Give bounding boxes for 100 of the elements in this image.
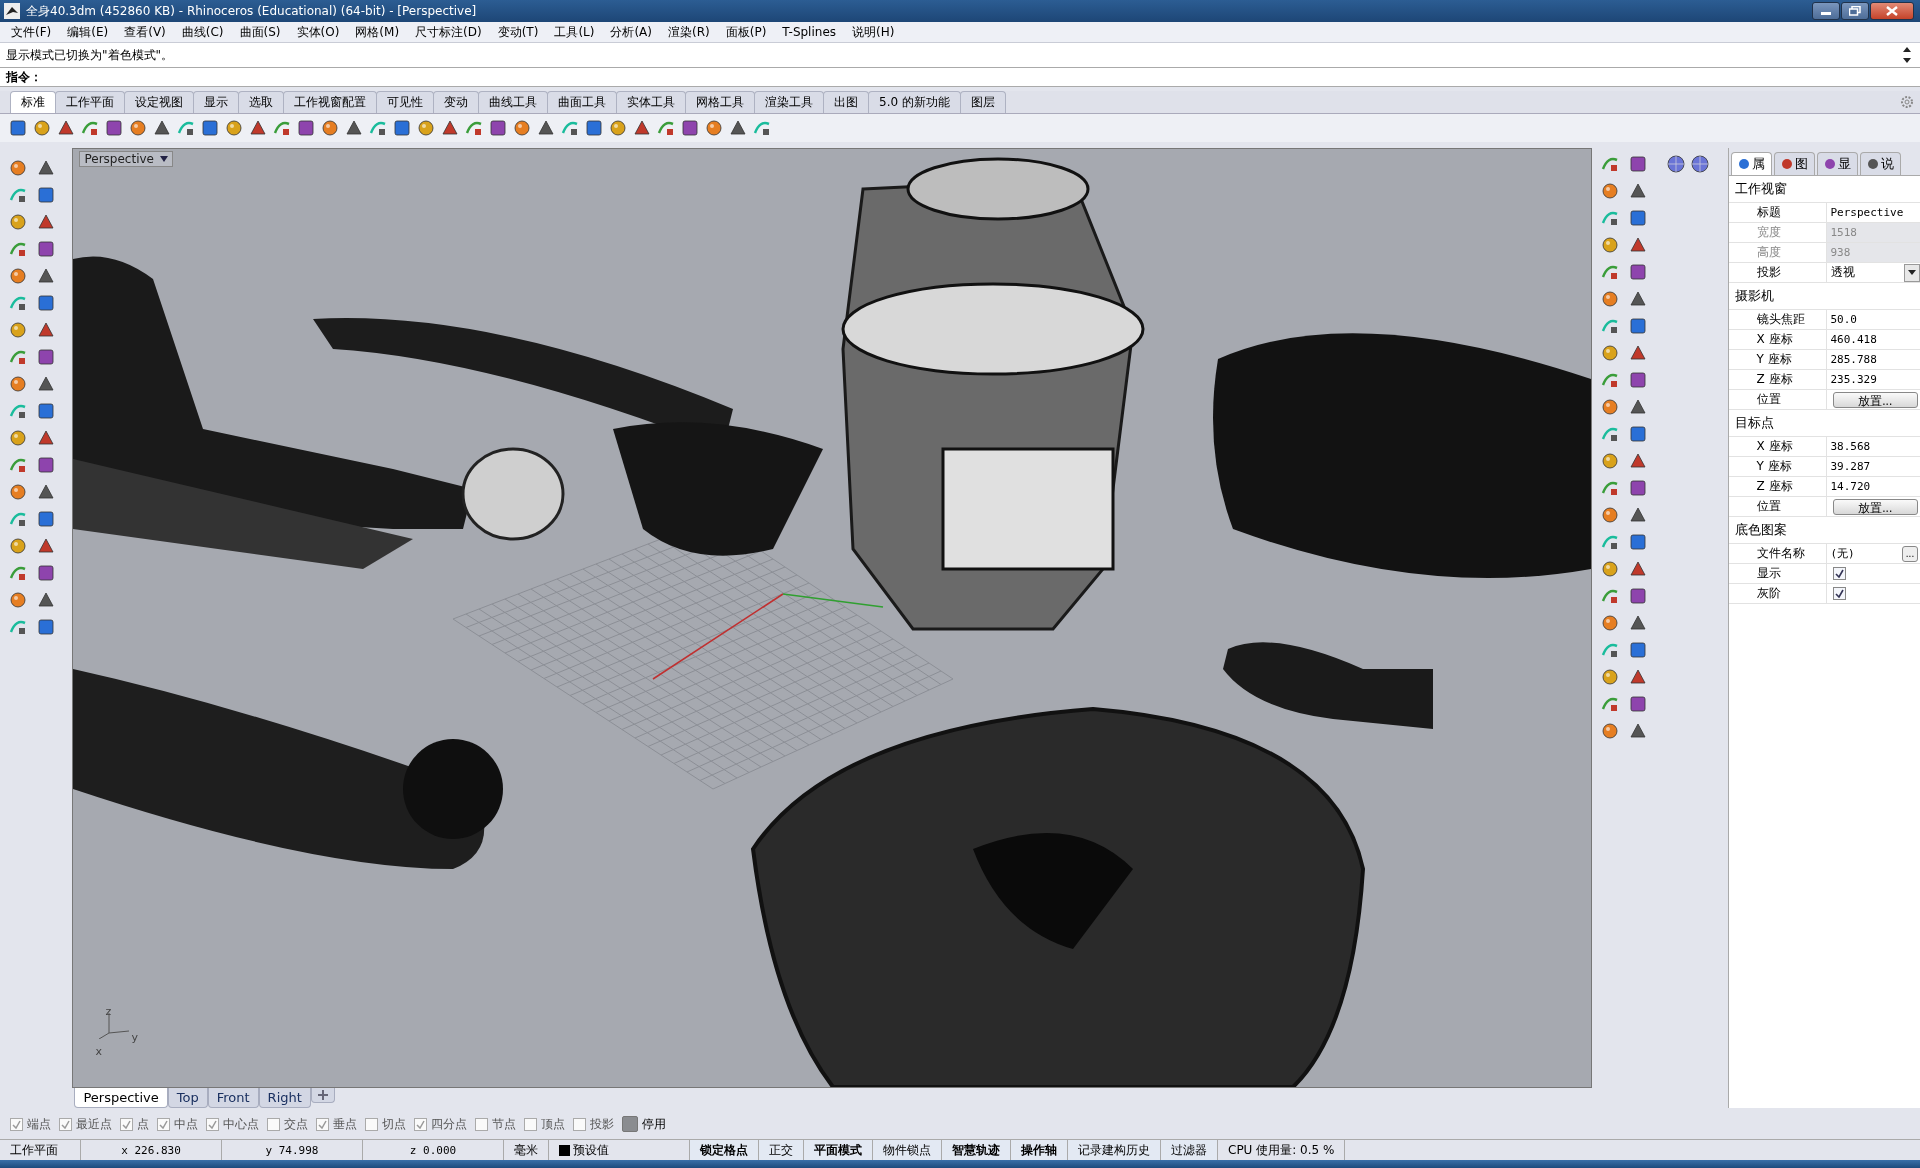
panel-tab[interactable]: 显 [1816, 152, 1858, 175]
tool-icon[interactable] [680, 118, 700, 138]
viewport-tab[interactable]: Front [207, 1088, 259, 1108]
toolbar-tab[interactable]: 网格工具 [685, 91, 755, 113]
toolbar-tab[interactable]: 图层 [959, 91, 1006, 113]
tool-icon[interactable] [36, 239, 56, 259]
tool-icon[interactable] [8, 590, 28, 610]
tool-icon[interactable] [1628, 181, 1649, 201]
property-checkbox[interactable] [1832, 567, 1846, 580]
tool-icon[interactable] [1628, 154, 1649, 174]
tool-icon[interactable] [36, 293, 56, 313]
tool-icon[interactable] [36, 428, 56, 448]
toolbar-tab[interactable]: 5.0 的新功能 [868, 91, 961, 113]
tool-icon[interactable] [488, 118, 508, 138]
tool-icon[interactable] [36, 455, 56, 475]
viewport[interactable]: Perspective z x y [72, 148, 1593, 1088]
tool-icon[interactable] [1600, 451, 1621, 471]
osnap-checkbox[interactable] [414, 1117, 427, 1131]
osnap-checkbox[interactable] [365, 1117, 378, 1131]
menu-item[interactable]: 曲面(S) [232, 22, 288, 42]
tool-icon[interactable] [1628, 262, 1649, 282]
tool-icon[interactable] [128, 118, 148, 138]
tool-icon[interactable] [248, 118, 268, 138]
osnap-checkbox[interactable] [524, 1117, 537, 1131]
toolbar-tab[interactable]: 可见性 [376, 91, 434, 113]
tool-icon[interactable] [1600, 721, 1621, 741]
osnap-checkbox[interactable] [622, 1116, 638, 1132]
tool-icon[interactable] [1628, 289, 1649, 309]
tool-icon[interactable] [584, 118, 604, 138]
status-toggle[interactable]: 记录建构历史 [1068, 1140, 1161, 1160]
tool-icon[interactable] [728, 118, 748, 138]
restore-button[interactable] [1841, 2, 1869, 20]
tool-icon[interactable] [1600, 559, 1621, 579]
tool-icon[interactable] [1600, 397, 1621, 417]
panel-tab[interactable]: 属 [1730, 152, 1772, 175]
tool-icon[interactable] [36, 212, 56, 232]
tool-icon[interactable] [36, 590, 56, 610]
tool-icon[interactable] [8, 482, 28, 502]
tool-icon[interactable] [1628, 586, 1649, 606]
status-toggle[interactable]: 锁定格点 [690, 1140, 759, 1160]
tool-icon[interactable] [392, 118, 412, 138]
tool-icon[interactable] [36, 536, 56, 556]
tool-icon[interactable] [36, 482, 56, 502]
tool-icon[interactable] [1628, 478, 1649, 498]
toolbar-tab[interactable]: 工作视窗配置 [283, 91, 377, 113]
tool-icon[interactable] [1600, 343, 1621, 363]
tool-icon[interactable] [8, 536, 28, 556]
panel-tab[interactable]: 说 [1859, 152, 1901, 175]
osnap-checkbox[interactable] [267, 1117, 280, 1131]
tool-icon[interactable] [1600, 667, 1621, 687]
tool-icon[interactable] [104, 118, 124, 138]
toolbar-tab[interactable]: 实体工具 [616, 91, 686, 113]
osnap-checkbox[interactable] [316, 1117, 329, 1131]
toolbar-tab[interactable]: 曲线工具 [478, 91, 548, 113]
menu-item[interactable]: 分析(A) [603, 22, 659, 42]
tool-icon[interactable] [1628, 370, 1649, 390]
tool-icon[interactable] [1600, 289, 1621, 309]
menu-item[interactable]: 渲染(R) [661, 22, 717, 42]
tool-icon[interactable] [608, 118, 628, 138]
tool-icon[interactable] [512, 118, 532, 138]
menu-item[interactable]: 文件(F) [4, 22, 59, 42]
tool-icon[interactable] [1628, 424, 1649, 444]
tool-icon[interactable] [1600, 181, 1621, 201]
tool-icon[interactable] [36, 185, 56, 205]
menu-item[interactable]: 曲线(C) [174, 22, 231, 42]
status-toggle[interactable]: 过滤器 [1161, 1140, 1218, 1160]
status-toggle[interactable]: 操作轴 [1011, 1140, 1068, 1160]
tool-icon[interactable] [536, 118, 556, 138]
tool-icon[interactable] [320, 118, 340, 138]
toolbar-tab[interactable]: 选取 [238, 91, 284, 113]
tool-icon[interactable] [1628, 235, 1649, 255]
minimize-button[interactable] [1812, 2, 1840, 20]
layer-label[interactable]: 预设值 [573, 1141, 609, 1159]
osnap-checkbox[interactable] [157, 1117, 170, 1131]
status-toggle[interactable]: 平面模式 [804, 1140, 873, 1160]
place-button[interactable]: 放置... [1832, 391, 1918, 408]
menu-item[interactable]: 编辑(E) [60, 22, 116, 42]
tool-icon[interactable] [1600, 613, 1621, 633]
menu-item[interactable]: 变动(T) [490, 22, 546, 42]
osnap-checkbox[interactable] [475, 1117, 488, 1131]
property-value[interactable]: 235.329 [1826, 370, 1920, 389]
globe-icon[interactable] [1666, 154, 1687, 174]
osnap-checkbox[interactable] [120, 1117, 133, 1131]
osnap-checkbox[interactable] [206, 1117, 219, 1131]
toolbar-tab[interactable]: 曲面工具 [547, 91, 617, 113]
add-viewport-button[interactable] [310, 1088, 335, 1103]
tool-icon[interactable] [152, 118, 172, 138]
tool-icon[interactable] [1628, 694, 1649, 714]
place-button[interactable]: 放置... [1832, 498, 1918, 515]
status-toggle[interactable]: 正交 [759, 1140, 804, 1160]
toolbar-tab[interactable]: 显示 [193, 91, 239, 113]
tool-icon[interactable] [344, 118, 364, 138]
tool-icon[interactable] [36, 266, 56, 286]
tool-icon[interactable] [36, 320, 56, 340]
tool-icon[interactable] [8, 374, 28, 394]
tool-icon[interactable] [36, 374, 56, 394]
toolbar-tab[interactable]: 渲染工具 [754, 91, 824, 113]
tool-icon[interactable] [1628, 316, 1649, 336]
toolbar-tab[interactable]: 设定视图 [124, 91, 194, 113]
tool-icon[interactable] [1628, 208, 1649, 228]
